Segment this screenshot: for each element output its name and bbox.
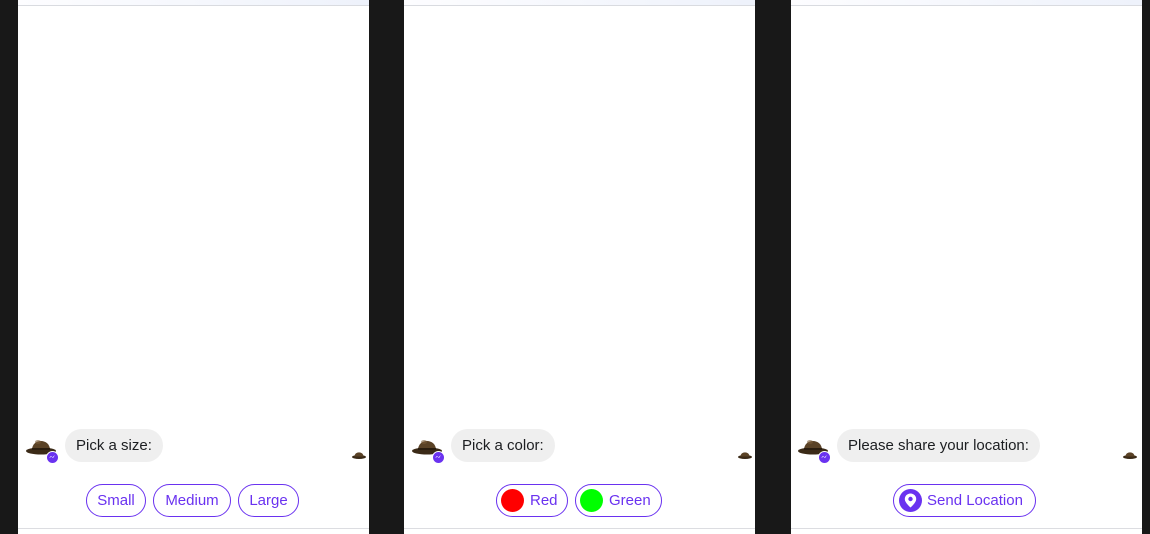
header-bar [18,0,369,6]
quick-reply-label: Green [609,492,651,509]
chat-panel-size: Pick a size: Small Medium Large [18,0,369,534]
composer-divider [404,528,755,534]
read-receipt-avatar-icon [352,452,366,459]
quick-reply-green[interactable]: Green [575,484,662,517]
quick-reply-label: Red [530,492,558,509]
red-swatch-icon [501,489,524,512]
quick-reply-small[interactable]: Small [86,484,146,517]
messenger-badge-icon [818,451,831,464]
location-pin-icon [899,489,922,512]
quick-reply-label: Medium [165,492,219,509]
bot-avatar[interactable] [797,430,831,464]
quick-reply-label: Small [97,492,135,509]
bot-avatar[interactable] [25,430,59,464]
chat-panel-location: Please share your location: Send Locatio… [791,0,1142,534]
quick-replies: Red Green [404,484,755,518]
quick-reply-large[interactable]: Large [238,484,299,517]
stage: Pick a size: Small Medium Large Pick a c… [0,0,1150,534]
composer-divider [18,528,369,534]
read-receipt-avatar-icon [1123,452,1137,459]
quick-reply-medium[interactable]: Medium [153,484,231,517]
header-bar [404,0,755,6]
chat-panel-color: Pick a color: Red Green [404,0,755,534]
bot-message-bubble: Pick a size: [65,429,163,462]
messenger-badge-icon [46,451,59,464]
bot-message-bubble: Please share your location: [837,429,1040,462]
quick-replies: Small Medium Large [18,484,369,518]
bot-message-bubble: Pick a color: [451,429,555,462]
quick-reply-send-location[interactable]: Send Location [893,484,1036,517]
read-receipt-avatar-icon [738,452,752,459]
bot-avatar[interactable] [411,430,445,464]
header-bar [791,0,1142,6]
quick-reply-red[interactable]: Red [496,484,568,517]
quick-replies: Send Location [791,484,1142,518]
green-swatch-icon [580,489,603,512]
messenger-badge-icon [432,451,445,464]
composer-divider [791,528,1142,534]
quick-reply-label: Send Location [927,492,1023,509]
quick-reply-label: Large [249,492,288,509]
